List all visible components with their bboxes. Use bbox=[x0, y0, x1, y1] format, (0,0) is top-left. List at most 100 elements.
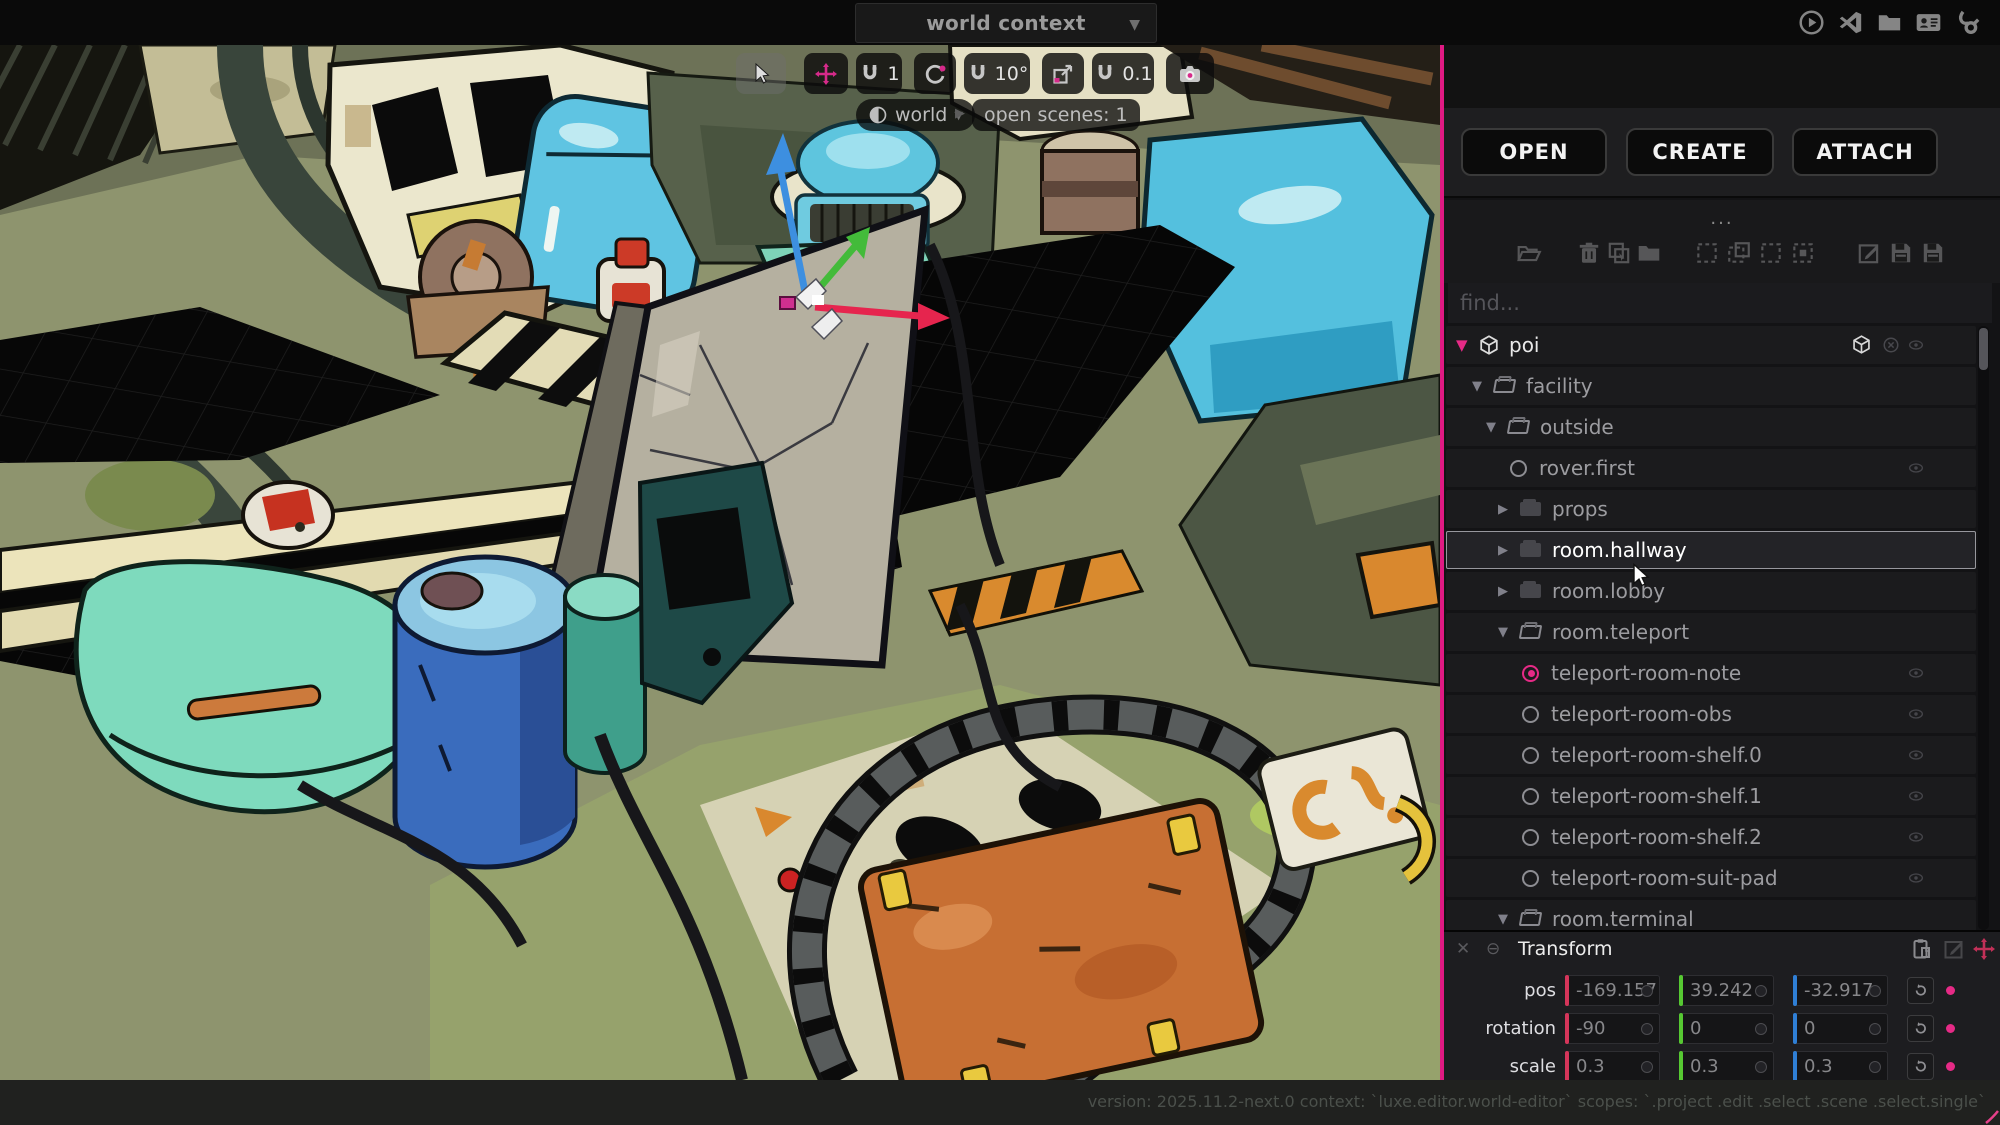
gizmo-center-handle[interactable] bbox=[812, 295, 824, 305]
tree-item-rover-first[interactable]: rover.first bbox=[1446, 449, 1976, 487]
open-button[interactable]: OPEN bbox=[1461, 128, 1607, 176]
tree-item-poi[interactable]: ▼ poi bbox=[1446, 326, 1976, 364]
snap-move-button[interactable]: 1 bbox=[856, 53, 902, 94]
camera-button[interactable] bbox=[1166, 53, 1214, 94]
edit-icon[interactable] bbox=[1942, 937, 1967, 962]
move-gizmo-icon[interactable] bbox=[1972, 937, 1997, 962]
vscode-icon[interactable] bbox=[1835, 7, 1865, 37]
select-inner-icon[interactable] bbox=[1790, 240, 1818, 268]
rotation-x-field[interactable]: -90 bbox=[1565, 1013, 1660, 1044]
eye-icon[interactable] bbox=[1906, 337, 1926, 353]
clipboard-icon[interactable] bbox=[1910, 937, 1935, 962]
rotation-z-field[interactable]: 0 bbox=[1793, 1013, 1888, 1044]
close-icon[interactable]: ✕ bbox=[1456, 939, 1470, 959]
reset-button[interactable] bbox=[1907, 1053, 1934, 1080]
collapse-arrow-icon[interactable]: ▼ bbox=[1472, 379, 1494, 394]
tree-item-room-terminal[interactable]: ▼ room.terminal bbox=[1446, 900, 1976, 930]
world-scope-dropdown[interactable]: world ▼ bbox=[856, 99, 975, 131]
drag-knob[interactable] bbox=[1641, 1061, 1653, 1073]
snap-scale-button[interactable]: 0.1 bbox=[1092, 53, 1154, 94]
open-folder-icon[interactable] bbox=[1516, 240, 1544, 268]
select-tool-button[interactable] bbox=[736, 53, 786, 94]
tree-item-teleport-room-suit-pad[interactable]: teleport-room-suit-pad bbox=[1446, 859, 1976, 897]
duplicate-icon[interactable] bbox=[1606, 240, 1634, 268]
tree-item-teleport-room-note[interactable]: teleport-room-note bbox=[1446, 654, 1976, 692]
scale-x-field[interactable]: 0.3 bbox=[1565, 1051, 1660, 1080]
collapse-arrow-icon[interactable]: ▼ bbox=[1486, 420, 1508, 435]
tree-item-teleport-room-shelf-1[interactable]: teleport-room-shelf.1 bbox=[1446, 777, 1976, 815]
drag-knob[interactable] bbox=[1755, 1023, 1767, 1035]
row-label: rotation bbox=[1444, 1018, 1556, 1039]
collapse-arrow-icon[interactable]: ▼ bbox=[1456, 336, 1478, 354]
eye-icon[interactable] bbox=[1906, 706, 1926, 722]
drag-knob[interactable] bbox=[1641, 985, 1653, 997]
luxe-logo-icon[interactable] bbox=[1952, 7, 1982, 37]
expand-arrow-icon[interactable]: ▶ bbox=[1498, 543, 1520, 558]
tree-item-room-teleport[interactable]: ▼ room.teleport bbox=[1446, 613, 1976, 651]
pos-x-field[interactable]: -169.157 bbox=[1565, 975, 1660, 1006]
drag-knob[interactable] bbox=[1869, 1023, 1881, 1035]
gizmo-magenta-handle[interactable] bbox=[780, 297, 795, 309]
collapse-icon[interactable]: ⊖ bbox=[1486, 939, 1500, 959]
edit-icon[interactable] bbox=[1856, 240, 1884, 268]
tree-item-teleport-room-shelf-2[interactable]: teleport-room-shelf.2 bbox=[1446, 818, 1976, 856]
contact-card-icon[interactable] bbox=[1913, 7, 1943, 37]
play-button[interactable] bbox=[1796, 7, 1826, 37]
folder-icon[interactable] bbox=[1636, 240, 1664, 268]
snap-rotate-button[interactable]: 10° bbox=[964, 53, 1030, 94]
select-group-icon[interactable] bbox=[1726, 240, 1754, 268]
save-icon[interactable] bbox=[1888, 240, 1916, 268]
drag-knob[interactable] bbox=[1869, 1061, 1881, 1073]
tree-item-props[interactable]: ▶ props bbox=[1446, 490, 1976, 528]
drag-knob[interactable] bbox=[1755, 985, 1767, 997]
expand-arrow-icon[interactable]: ▶ bbox=[1498, 584, 1520, 599]
tree-item-facility[interactable]: ▼ facility bbox=[1446, 367, 1976, 405]
find-input[interactable] bbox=[1448, 283, 1992, 323]
tree-item-outside[interactable]: ▼ outside bbox=[1446, 408, 1976, 446]
package-badge-icon[interactable] bbox=[1851, 334, 1872, 355]
save-all-icon[interactable] bbox=[1920, 240, 1948, 268]
pos-z-field[interactable]: -32.917 bbox=[1793, 975, 1888, 1006]
eye-icon[interactable] bbox=[1906, 870, 1926, 886]
open-scenes-badge[interactable]: open scenes: 1 bbox=[972, 99, 1140, 131]
eye-icon[interactable] bbox=[1906, 788, 1926, 804]
move-tool-button[interactable] bbox=[804, 53, 848, 94]
scale-y-field[interactable]: 0.3 bbox=[1679, 1051, 1774, 1080]
tree-scrollbar-thumb[interactable] bbox=[1979, 328, 1988, 370]
rotate-tool-button[interactable] bbox=[914, 53, 956, 94]
pos-y-field[interactable]: 39.242 bbox=[1679, 975, 1774, 1006]
reset-button[interactable] bbox=[1907, 1015, 1934, 1042]
tree-scrollbar[interactable] bbox=[1978, 326, 1989, 930]
drag-knob[interactable] bbox=[1641, 1023, 1653, 1035]
collapse-arrow-icon[interactable]: ▼ bbox=[1498, 625, 1520, 640]
scale-tool-button[interactable] bbox=[1042, 53, 1084, 94]
reset-button[interactable] bbox=[1907, 977, 1934, 1004]
resize-corner-accent[interactable] bbox=[1985, 1110, 1999, 1124]
create-button[interactable]: CREATE bbox=[1626, 128, 1774, 176]
eye-icon[interactable] bbox=[1906, 747, 1926, 763]
transform-title: Transform bbox=[1518, 938, 1613, 960]
tree-item-room-hallway[interactable]: ▶ room.hallway bbox=[1446, 531, 1976, 569]
tree-item-room-lobby[interactable]: ▶ room.lobby bbox=[1446, 572, 1976, 610]
scale-z-value: 0.3 bbox=[1804, 1056, 1833, 1077]
select-marquee-icon[interactable] bbox=[1694, 240, 1722, 268]
tree-item-teleport-room-shelf-0[interactable]: teleport-room-shelf.0 bbox=[1446, 736, 1976, 774]
collapse-arrow-icon[interactable]: ▼ bbox=[1498, 912, 1520, 927]
eye-icon[interactable] bbox=[1906, 460, 1926, 476]
select-box-icon[interactable] bbox=[1758, 240, 1786, 268]
viewport[interactable]: 1 10° 0.1 world ▼ ▶ open scenes: 1 bbox=[0, 45, 1440, 1080]
overflow-label[interactable]: ... bbox=[1444, 208, 2000, 229]
world-context-dropdown[interactable]: world context ▼ bbox=[855, 3, 1157, 43]
folder-icon[interactable] bbox=[1874, 7, 1904, 37]
trash-icon[interactable] bbox=[1576, 240, 1604, 268]
rotation-y-field[interactable]: 0 bbox=[1679, 1013, 1774, 1044]
eye-icon[interactable] bbox=[1906, 829, 1926, 845]
remove-icon[interactable] bbox=[1882, 336, 1900, 354]
eye-icon[interactable] bbox=[1906, 665, 1926, 681]
scale-z-field[interactable]: 0.3 bbox=[1793, 1051, 1888, 1080]
tree-item-teleport-room-obs[interactable]: teleport-room-obs bbox=[1446, 695, 1976, 733]
attach-button[interactable]: ATTACH bbox=[1792, 128, 1938, 176]
expand-arrow-icon[interactable]: ▶ bbox=[1498, 502, 1520, 517]
drag-knob[interactable] bbox=[1869, 985, 1881, 997]
drag-knob[interactable] bbox=[1755, 1061, 1767, 1073]
